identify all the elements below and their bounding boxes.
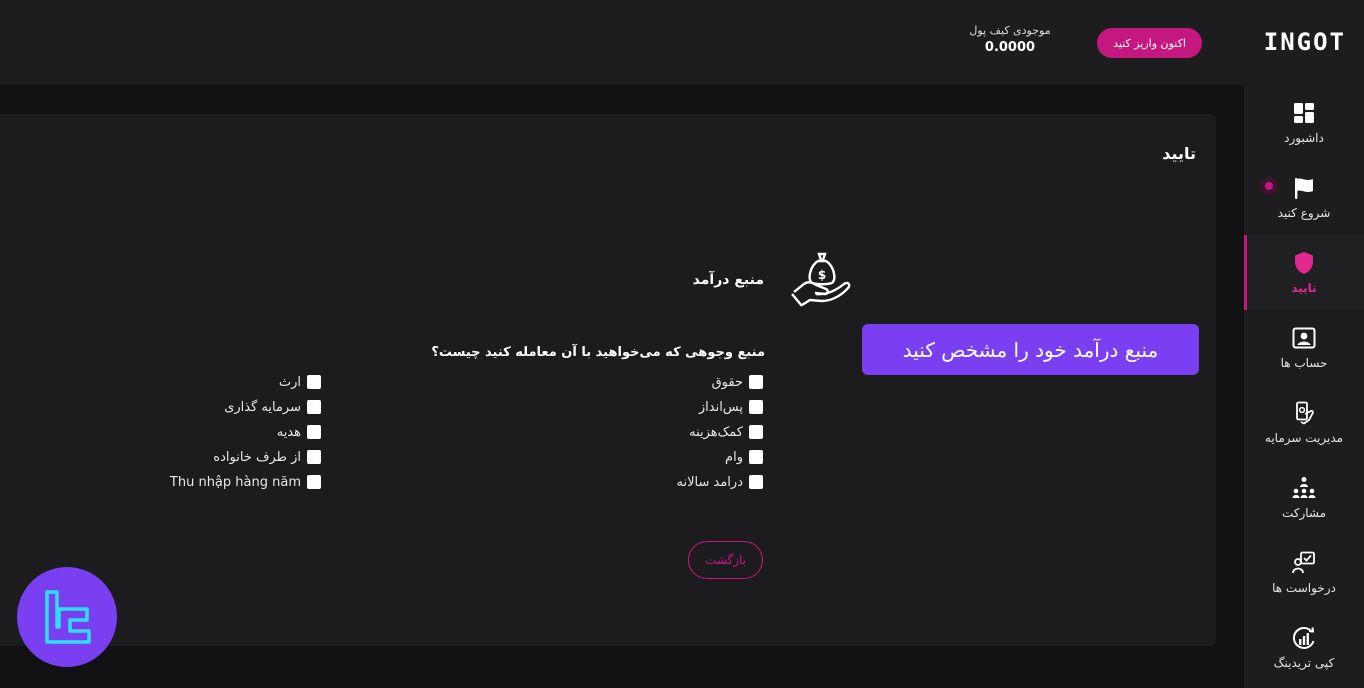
option-inheritance[interactable]: ارث	[140, 373, 321, 391]
sidebar-item-label: کپی تریدینگ	[1273, 655, 1335, 670]
checkbox[interactable]	[307, 375, 321, 389]
checkbox[interactable]	[307, 425, 321, 439]
option-family[interactable]: از طرف خانواده	[140, 448, 321, 466]
wallet-balance-value: 0.0000	[984, 40, 1036, 55]
svg-text:$: $	[818, 268, 826, 282]
instruction-banner: منبع درآمد خود را مشخص کنید	[862, 324, 1199, 375]
option-label: وام	[725, 449, 743, 465]
copy-trading-icon	[1292, 626, 1315, 649]
sidebar-item-label: مدیریت سرمایه	[1264, 430, 1344, 445]
checkbox[interactable]	[307, 400, 321, 414]
account-card-icon	[1292, 327, 1316, 348]
option-annual-income[interactable]: درامد سالانه	[560, 473, 763, 491]
sidebar-item-label: مشارکت	[1281, 505, 1327, 520]
sidebar-item-label: شروع کنید	[1277, 205, 1331, 220]
option-label: Thu nhập hàng năm	[169, 474, 301, 490]
sidebar-item-verification[interactable]: تایید	[1244, 235, 1364, 310]
watermark-logo	[17, 567, 117, 667]
notification-dot	[1260, 177, 1278, 195]
request-icon	[1292, 551, 1315, 573]
back-button[interactable]: بازگشت	[688, 541, 763, 579]
money-hand-icon	[1296, 401, 1314, 425]
checkbox[interactable]	[749, 400, 763, 414]
deposit-now-button[interactable]: اکنون واریز کنید	[1097, 28, 1202, 58]
checkbox[interactable]	[749, 475, 763, 489]
sidebar-item-copy-trading[interactable]: کپی تریدینگ	[1244, 610, 1364, 685]
option-label: سرمایه گذاری	[224, 399, 301, 415]
top-header: INGOT اکنون واریز کنید موجودی کیف پول 0.…	[0, 0, 1364, 85]
sidebar-item-partnership[interactable]: مشارکت	[1244, 460, 1364, 535]
option-label: از طرف خانواده	[213, 449, 301, 465]
checkbox[interactable]	[307, 450, 321, 464]
option-label: هدیه	[276, 424, 301, 440]
option-label: ارث	[278, 374, 301, 390]
question-text: منبع وجوهی که می‌خواهید با آن معامله کنی…	[431, 345, 765, 360]
option-gift[interactable]: هدیه	[140, 423, 321, 441]
money-bag-hand-icon: $	[791, 252, 851, 307]
sidebar-item-label: درخواست ها	[1272, 580, 1336, 595]
sidebar-item-label: حساب ها	[1280, 355, 1328, 370]
checkbox[interactable]	[749, 375, 763, 389]
wallet-balance: موجودی کیف پول 0.0000	[960, 24, 1060, 55]
sidebar: داشبورد شروع کنید تایید حساب ها مدیریت س…	[1244, 85, 1364, 688]
checkbox[interactable]	[749, 450, 763, 464]
option-salary[interactable]: حقوق	[560, 373, 763, 391]
wallet-balance-label: موجودی کیف پول	[969, 24, 1051, 37]
option-label: پس‌انداز	[698, 399, 743, 415]
network-icon	[1292, 476, 1316, 498]
checkbox[interactable]	[749, 425, 763, 439]
option-investment[interactable]: سرمایه گذاری	[140, 398, 321, 416]
option-label: درامد سالانه	[676, 474, 743, 490]
watermark-logo-icon	[45, 590, 91, 644]
dashboard-icon	[1294, 102, 1314, 123]
sidebar-item-label: داشبورد	[1284, 130, 1324, 145]
sidebar-item-accounts[interactable]: حساب ها	[1244, 310, 1364, 385]
ingot-logo[interactable]: INGOT	[1264, 28, 1346, 56]
checkbox[interactable]	[307, 475, 321, 489]
section-title: منبع درآمد	[692, 272, 764, 288]
sidebar-item-label: تایید	[1291, 280, 1317, 295]
sidebar-item-dashboard[interactable]: داشبورد	[1244, 85, 1364, 160]
option-savings[interactable]: پس‌انداز	[560, 398, 763, 416]
verification-card: تایید $ منبع درآمد منبع درآمد خود را مشخ…	[0, 114, 1216, 646]
flag-icon	[1295, 177, 1313, 199]
page-title: تایید	[1162, 144, 1196, 163]
option-loan[interactable]: وام	[560, 448, 763, 466]
option-label: حقوق	[711, 374, 743, 390]
sidebar-item-requests[interactable]: درخواست ها	[1244, 535, 1364, 610]
sidebar-item-get-started[interactable]: شروع کنید	[1244, 160, 1364, 235]
option-allowance[interactable]: کمک‌هزینه	[560, 423, 763, 441]
sidebar-item-fund-management[interactable]: مدیریت سرمایه	[1244, 385, 1364, 460]
option-annual-income-vi[interactable]: Thu nhập hàng năm	[140, 473, 321, 491]
shield-icon	[1295, 251, 1313, 274]
option-label: کمک‌هزینه	[689, 424, 743, 440]
